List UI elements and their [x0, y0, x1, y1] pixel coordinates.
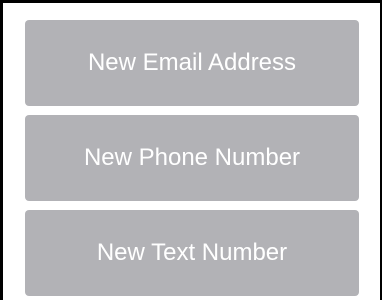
new-email-address-button[interactable]: New Email Address — [25, 20, 359, 106]
new-phone-number-label: New Phone Number — [83, 144, 301, 171]
new-text-number-button[interactable]: New Text Number — [25, 210, 359, 296]
new-email-address-label: New Email Address — [87, 49, 297, 76]
new-phone-number-button[interactable]: New Phone Number — [25, 115, 359, 201]
new-text-number-label: New Text Number — [96, 239, 288, 266]
menu-panel: New Email Address New Phone Number New T… — [0, 0, 382, 300]
